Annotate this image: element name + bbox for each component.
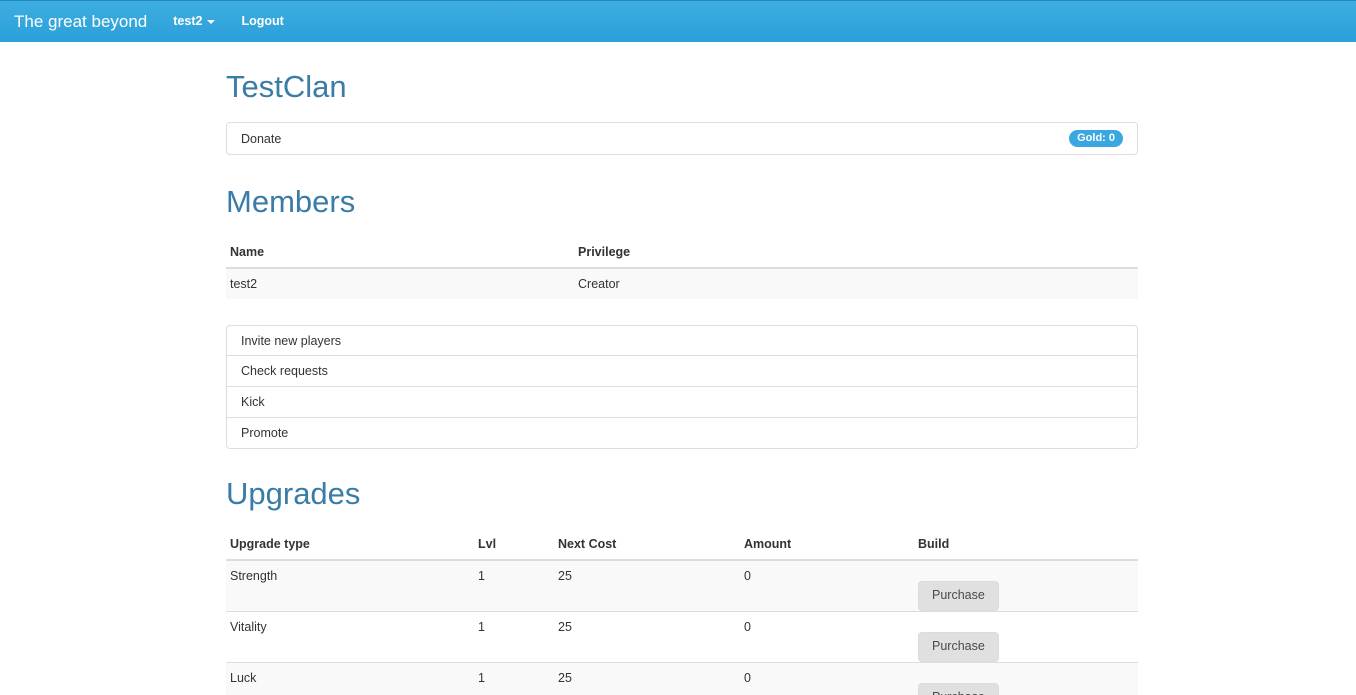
upgrade-build-cell: Purchase — [914, 661, 1138, 695]
brand-link[interactable]: The great beyond — [14, 13, 147, 30]
upgrades-col-build: Build — [914, 529, 1138, 562]
action-label: Check requests — [241, 364, 328, 379]
members-col-privilege: Privilege — [574, 237, 1138, 270]
upgrade-cost: 25 — [554, 559, 740, 612]
members-col-name: Name — [226, 237, 574, 270]
member-privilege: Creator — [574, 267, 1138, 300]
member-actions-list: Invite new players Check requests Kick P… — [226, 325, 1138, 450]
upgrade-build-cell: Purchase — [914, 611, 1138, 663]
table-row: Vitality 1 25 0 Purchase — [226, 611, 1138, 663]
upgrades-table-head: Upgrade type Lvl Next Cost Amount Build — [226, 529, 1138, 562]
member-name: test2 — [226, 267, 574, 300]
purchase-button[interactable]: Purchase — [918, 581, 999, 612]
upgrade-amount: 0 — [740, 559, 914, 612]
donate-label: Donate — [241, 131, 282, 146]
upgrade-lvl: 1 — [474, 661, 554, 695]
chevron-down-icon — [207, 19, 216, 24]
gold-badge: Gold: 0 — [1069, 130, 1123, 148]
upgrade-lvl: 1 — [474, 559, 554, 612]
action-label: Promote — [241, 426, 289, 441]
nav-user-dropdown[interactable]: test2 — [173, 14, 216, 29]
action-promote[interactable]: Promote — [226, 418, 1138, 450]
members-table-body: test2 Creator — [226, 267, 1138, 300]
upgrade-type: Luck — [226, 661, 474, 695]
upgrades-table: Upgrade type Lvl Next Cost Amount Build … — [226, 529, 1138, 695]
upgrades-col-cost: Next Cost — [554, 529, 740, 562]
page-container: TestClan Donate Gold: 0 Members Name Pri… — [226, 42, 1138, 695]
table-row: test2 Creator — [226, 267, 1138, 300]
upgrades-col-lvl: Lvl — [474, 529, 554, 562]
action-check-requests[interactable]: Check requests — [226, 356, 1138, 388]
upgrade-build-cell: Purchase — [914, 559, 1138, 612]
page-title: TestClan — [226, 69, 347, 104]
members-header-row: Name Privilege — [226, 237, 1138, 270]
upgrades-table-body: Strength 1 25 0 Purchase Vitality 1 25 0… — [226, 559, 1138, 695]
upgrade-amount: 0 — [740, 661, 914, 695]
action-kick[interactable]: Kick — [226, 387, 1138, 419]
navbar-links: test2 Logout — [173, 15, 310, 28]
purchase-button[interactable]: Purchase — [918, 682, 999, 695]
donate-item[interactable]: Donate Gold: 0 — [226, 122, 1138, 156]
upgrades-col-amount: Amount — [740, 529, 914, 562]
upgrade-cost: 25 — [554, 611, 740, 663]
purchase-button[interactable]: Purchase — [918, 632, 999, 662]
table-row: Luck 1 25 0 Purchase — [226, 661, 1138, 695]
upgrade-lvl: 1 — [474, 611, 554, 663]
members-table-head: Name Privilege — [226, 237, 1138, 270]
action-invite-new-players[interactable]: Invite new players — [226, 325, 1138, 357]
upgrade-type: Vitality — [226, 611, 474, 663]
upgrade-cost: 25 — [554, 661, 740, 695]
action-label: Invite new players — [241, 333, 342, 348]
upgrade-type: Strength — [226, 559, 474, 612]
action-label: Kick — [241, 395, 265, 410]
upgrades-header-row: Upgrade type Lvl Next Cost Amount Build — [226, 529, 1138, 562]
upgrades-col-type: Upgrade type — [226, 529, 474, 562]
upgrades-title: Upgrades — [226, 476, 361, 512]
nav-logout[interactable]: Logout — [241, 15, 283, 28]
table-row: Strength 1 25 0 Purchase — [226, 559, 1138, 612]
top-navbar: The great beyond test2 Logout — [0, 0, 1356, 42]
members-title: Members — [226, 184, 356, 220]
members-table: Name Privilege test2 Creator — [226, 237, 1138, 300]
donate-list-group: Donate Gold: 0 — [226, 122, 1138, 156]
upgrade-amount: 0 — [740, 611, 914, 663]
nav-logout-label: Logout — [241, 14, 284, 29]
nav-user-label: test2 — [173, 14, 203, 29]
